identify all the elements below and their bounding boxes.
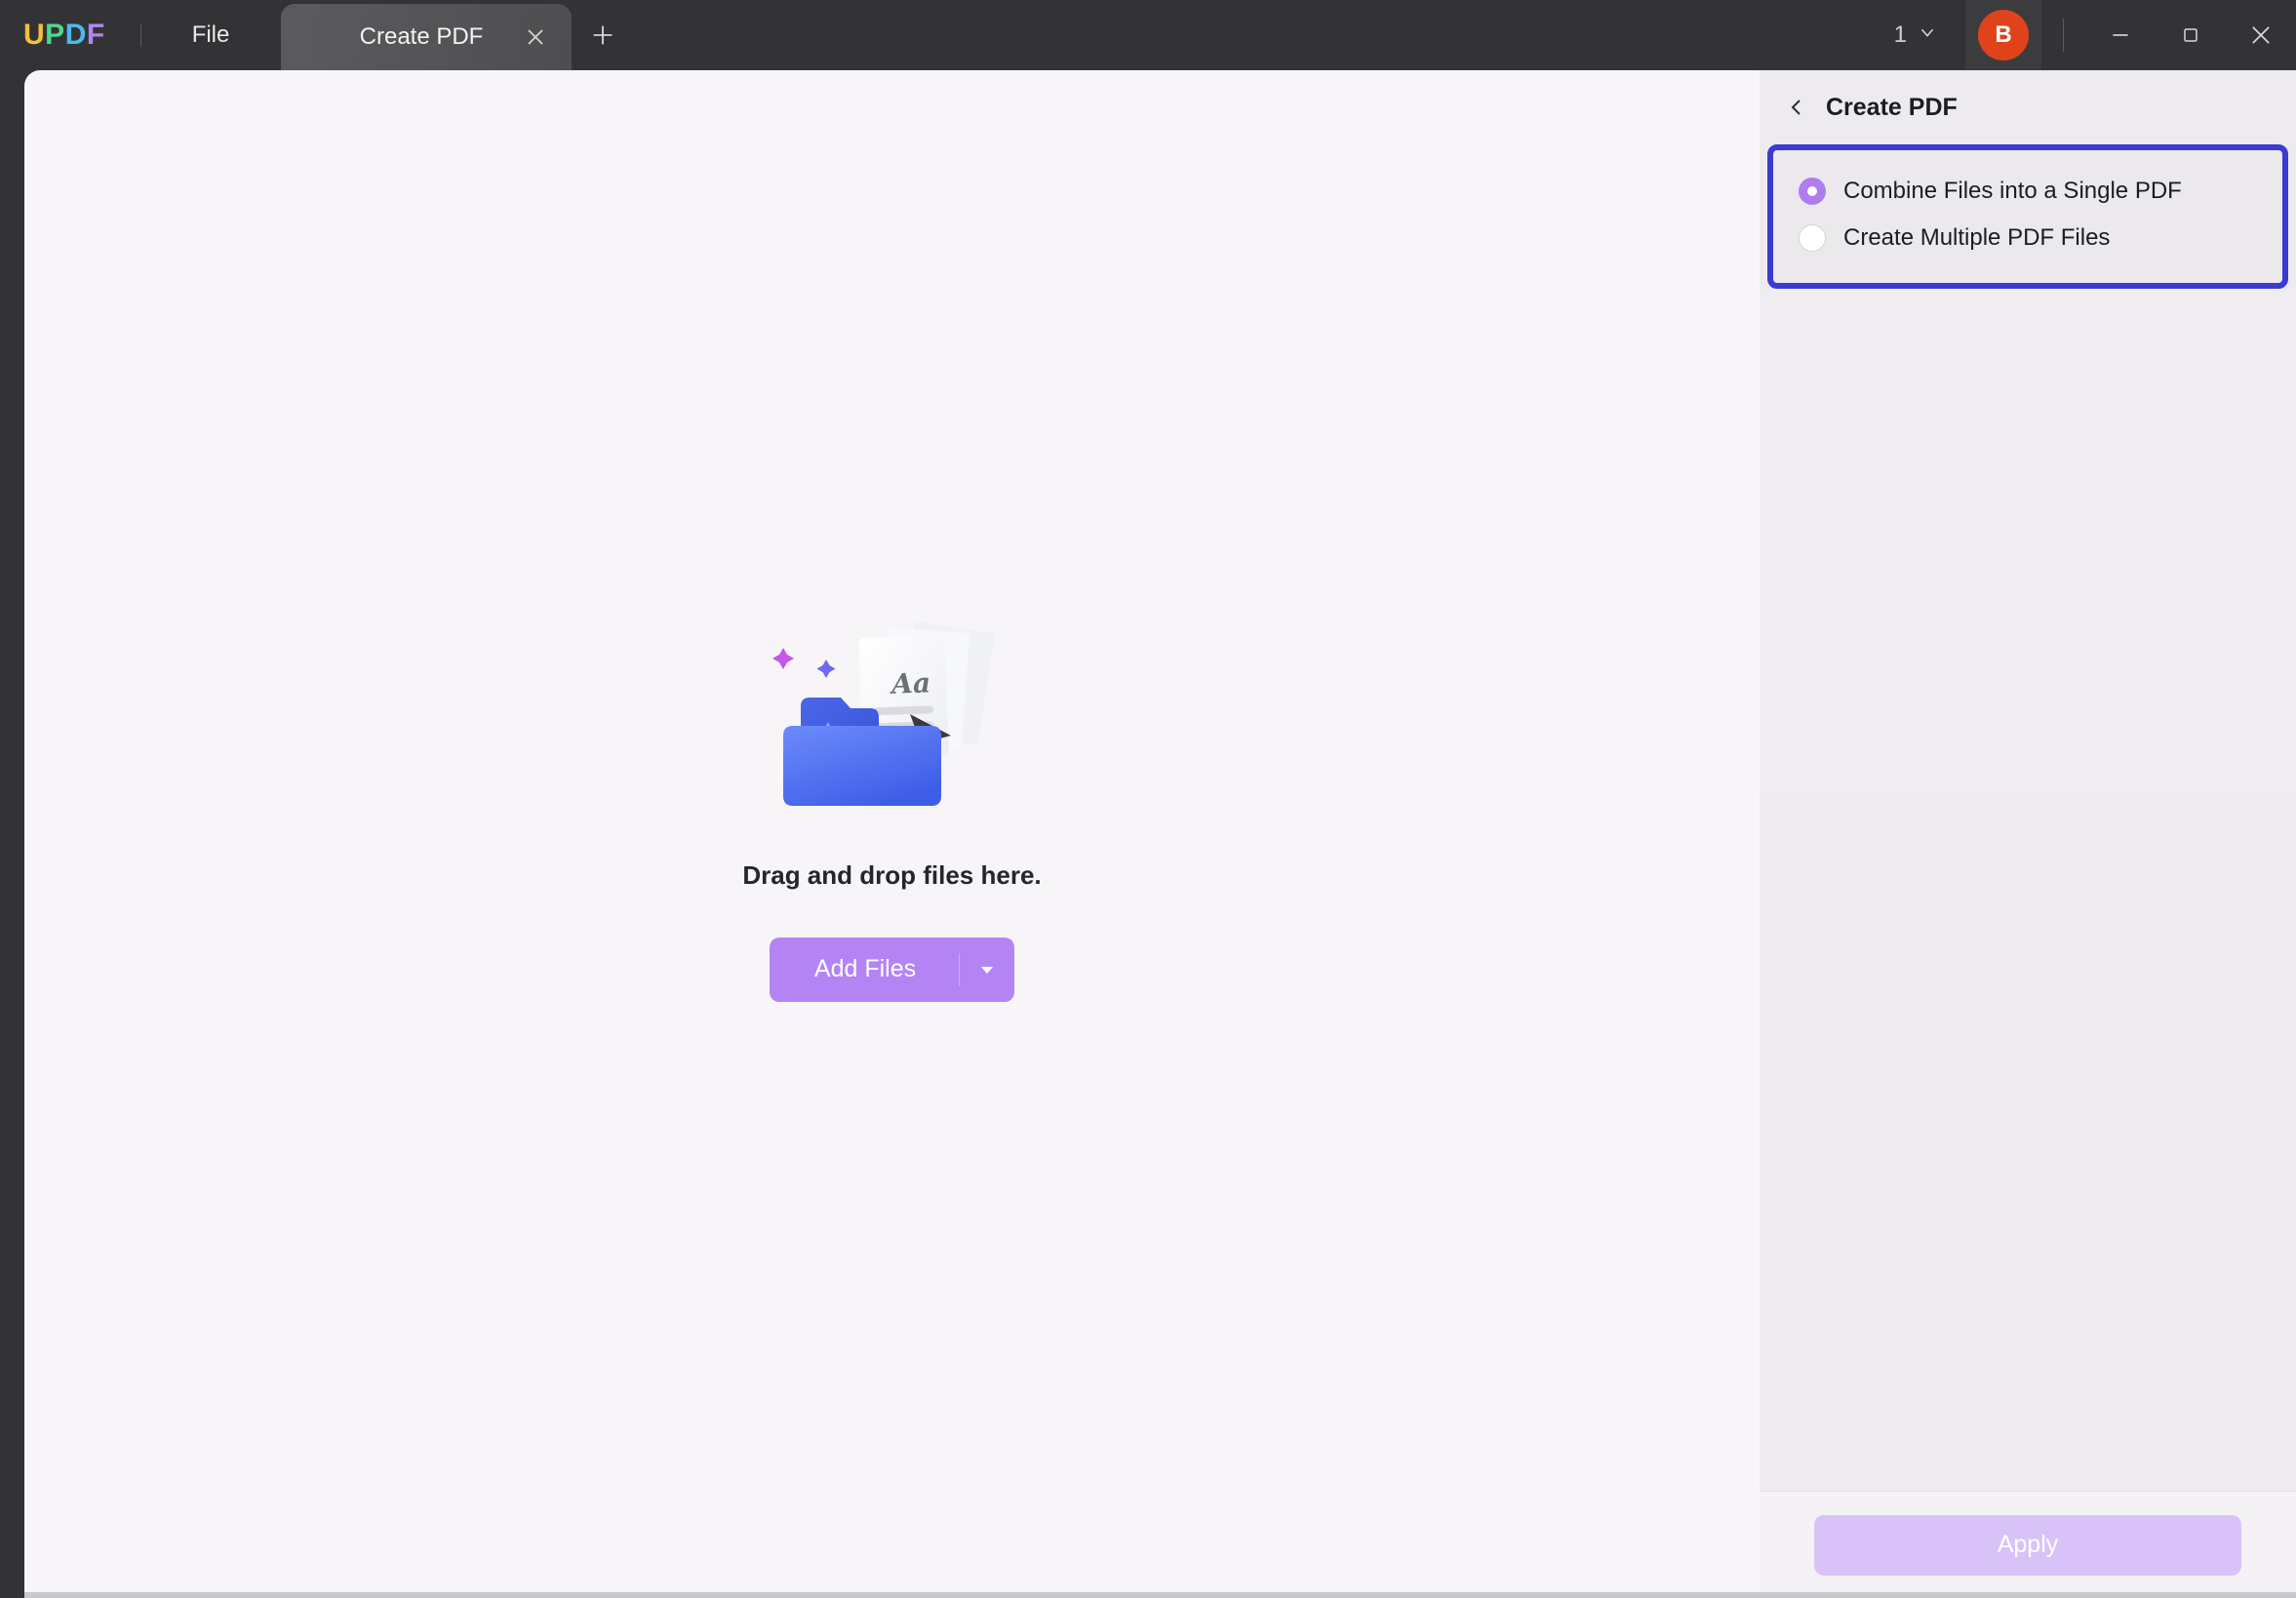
file-drop-zone[interactable]: Aa Drag and drop files here. Add Files xyxy=(24,70,1760,1543)
chevron-down-icon xyxy=(1917,21,1938,50)
chevron-left-icon[interactable] xyxy=(1785,96,1808,119)
close-icon[interactable] xyxy=(521,22,550,52)
title-bar: U P D F File Help Create PDF 1 B xyxy=(0,0,2296,70)
plus-icon[interactable] xyxy=(581,14,624,57)
svg-text:Aa: Aa xyxy=(888,666,930,699)
window-close-icon[interactable] xyxy=(2226,0,2296,70)
caret-down-icon[interactable] xyxy=(960,961,1014,979)
titlebar-right-group: 1 B xyxy=(1882,0,2296,70)
main-content-area: Aa Drag and drop files here. Add Files xyxy=(24,70,1760,1598)
folder-documents-cursor-illustration: Aa xyxy=(772,620,995,806)
titlebar-divider xyxy=(2063,19,2064,52)
option-combine-single-pdf[interactable]: Combine Files into a Single PDF xyxy=(1773,168,2282,215)
panel-body-lower-section xyxy=(1760,289,2296,794)
updf-logo: U P D F xyxy=(23,19,105,52)
logo-letter-d: D xyxy=(64,19,87,51)
option-create-multiple-pdfs-label: Create Multiple PDF Files xyxy=(1843,224,2111,251)
page-count-value: 1 xyxy=(1893,21,1907,48)
page-count-dropdown[interactable]: 1 xyxy=(1882,16,1950,56)
option-combine-single-pdf-label: Combine Files into a Single PDF xyxy=(1843,178,2182,204)
logo-letter-p: P xyxy=(45,19,65,51)
create-pdf-panel: Create PDF Combine Files into a Single P… xyxy=(1760,70,2296,1598)
minimize-icon[interactable] xyxy=(2085,0,2156,70)
add-files-button[interactable]: Add Files xyxy=(769,937,1015,1002)
maximize-icon[interactable] xyxy=(2156,0,2226,70)
radio-combine-single-pdf[interactable] xyxy=(1799,178,1826,205)
avatar[interactable]: B xyxy=(1965,0,2041,70)
logo-letter-f: F xyxy=(86,19,105,51)
panel-title: Create PDF xyxy=(1826,93,1958,121)
menu-file[interactable]: File xyxy=(171,16,252,55)
pdf-mode-option-group: Combine Files into a Single PDF Create M… xyxy=(1767,144,2288,289)
add-files-label: Add Files xyxy=(813,955,917,982)
avatar-initial: B xyxy=(1978,10,2029,60)
logo-letter-u: U xyxy=(23,19,46,51)
panel-footer: Apply xyxy=(1760,1491,2296,1598)
panel-header: Create PDF xyxy=(1760,70,2296,144)
tab-create-pdf[interactable]: Create PDF xyxy=(281,4,572,70)
radio-create-multiple-pdfs[interactable] xyxy=(1799,224,1826,252)
tab-label: Create PDF xyxy=(359,23,484,50)
panel-empty-body xyxy=(1760,289,2296,1491)
bottom-cutoff-strip xyxy=(24,1592,2296,1598)
option-create-multiple-pdfs[interactable]: Create Multiple PDF Files xyxy=(1773,215,2282,261)
apply-button[interactable]: Apply xyxy=(1814,1514,2241,1576)
drop-instruction-text: Drag and drop files here. xyxy=(742,859,1042,890)
logo-divider xyxy=(139,23,141,47)
